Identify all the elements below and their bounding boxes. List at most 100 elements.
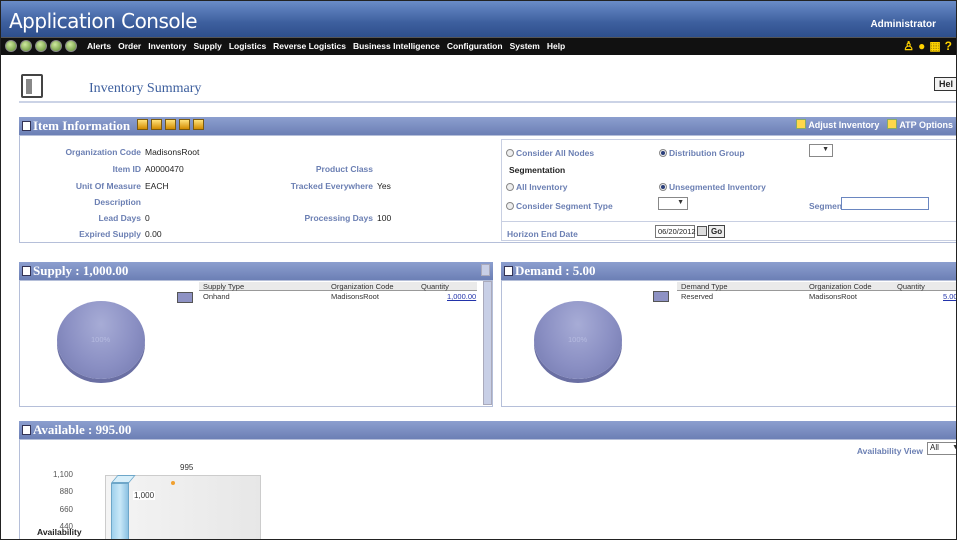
processing-days-label: Processing Days: [304, 213, 373, 223]
nav-icons: [5, 40, 77, 52]
segment-type-select[interactable]: [658, 197, 688, 210]
available-header: Available : 995.00: [19, 421, 956, 439]
demand-table-header: Demand Type Organization Code Quantity: [677, 282, 956, 291]
home-icon[interactable]: [50, 40, 62, 52]
item-information-header: Item Information Adjust Inventory ATP Op…: [19, 117, 956, 135]
menu-help[interactable]: Help: [547, 41, 565, 51]
inventory-page-icon: [21, 74, 43, 98]
processing-days-value: 100: [377, 213, 392, 223]
distribution-group-radio[interactable]: [659, 149, 667, 157]
expired-supply-value: 0.00: [145, 229, 162, 239]
item-information-title: Item Information: [33, 118, 131, 133]
available-title: Available : 995.00: [33, 422, 132, 437]
demand-type-cell: Reserved: [681, 292, 714, 301]
bar-supply: [111, 482, 129, 539]
supply-scrollbar[interactable]: [483, 281, 492, 405]
menu-configuration[interactable]: Configuration: [447, 41, 503, 51]
menu-order[interactable]: Order: [118, 41, 141, 51]
lead-days-value: 0: [145, 213, 150, 223]
supply-collapse-button[interactable]: [481, 264, 490, 276]
item-header-links: Adjust Inventory ATP Options: [796, 119, 953, 130]
product-class-label: Product Class: [315, 164, 373, 174]
supply-qty-link[interactable]: 1,000.00: [447, 292, 476, 301]
favorites-icon[interactable]: [65, 40, 77, 52]
expired-supply-label: Expired Supply: [79, 229, 141, 239]
all-inventory-radio[interactable]: [506, 183, 514, 191]
view-icon[interactable]: [165, 119, 177, 130]
bar-label-available: 995: [180, 463, 194, 473]
supply-org-cell: MadisonsRoot: [331, 292, 379, 301]
menu-supply[interactable]: Supply: [194, 41, 222, 51]
demand-col-qty: Quantity: [897, 282, 925, 291]
app-title: Application Console: [9, 9, 198, 33]
supply-header: Supply : 1,000.00: [19, 262, 493, 280]
demand-org-cell: MadisonsRoot: [809, 292, 857, 301]
y-tick: 1,100: [52, 470, 73, 479]
node-icon[interactable]: [179, 119, 191, 130]
y-tick: 660: [59, 504, 73, 514]
person-icon[interactable]: ♙: [903, 39, 914, 53]
consider-segment-type-radio[interactable]: [506, 202, 514, 210]
menu-system[interactable]: System: [510, 41, 540, 51]
go-button[interactable]: Go: [708, 225, 726, 238]
help-button[interactable]: Hel: [933, 77, 956, 91]
y-tick: 880: [59, 487, 73, 497]
unsegmented-inventory-label: Unsegmented Inventory: [669, 182, 766, 192]
org-code-value: MadisonsRoot: [145, 147, 200, 157]
description-label: Description: [94, 197, 141, 207]
divider: [19, 101, 956, 103]
grid-icon[interactable]: ▦: [929, 39, 940, 53]
main-menu: Alerts Order Inventory Supply Logistics …: [87, 41, 565, 51]
demand-title: Demand : 5.00: [515, 263, 596, 278]
demand-pie-label: 100%: [568, 335, 588, 344]
supply-title: Supply : 1,000.00: [33, 263, 129, 278]
toolbar-right: ♙ ● ▦ ?: [903, 39, 952, 53]
menu-inventory[interactable]: Inventory: [148, 41, 186, 51]
adjust-inventory-link[interactable]: Adjust Inventory: [796, 119, 879, 130]
supply-pie-label: 100%: [91, 335, 111, 344]
calendar-icon[interactable]: [697, 226, 707, 236]
y-tick: 440: [59, 522, 73, 531]
save-icon[interactable]: [151, 119, 163, 130]
item-id-label: Item ID: [112, 164, 141, 174]
all-inventory-label: All Inventory: [516, 182, 568, 192]
supply-col-type: Supply Type: [203, 282, 245, 291]
horizon-end-date-input[interactable]: 06/20/2012: [655, 225, 696, 238]
org-code-label: Organization Code: [65, 147, 141, 157]
application-window: Application Console Administrator Alerts…: [0, 0, 957, 540]
supply-col-qty: Quantity: [421, 282, 449, 291]
distribution-group-select[interactable]: [809, 144, 833, 157]
consider-all-nodes-label: Consider All Nodes: [516, 148, 595, 158]
help-icon[interactable]: ?: [945, 39, 952, 53]
forward-icon[interactable]: [20, 40, 32, 52]
supply-col-org: Organization Code: [331, 282, 394, 291]
demand-col-type: Demand Type: [681, 282, 728, 291]
consider-all-nodes-radio[interactable]: [506, 149, 514, 157]
availability-view-select[interactable]: All: [927, 442, 956, 455]
item-tool-icons: [137, 119, 205, 130]
menu-bar: Alerts Order Inventory Supply Logistics …: [1, 37, 956, 55]
title-bar: Application Console Administrator: [1, 1, 956, 37]
user-name[interactable]: Administrator: [870, 19, 936, 30]
page-title: Inventory Summary: [89, 81, 202, 96]
unsegmented-inventory-radio[interactable]: [659, 183, 667, 191]
segment-label: Segment: [809, 201, 845, 211]
note-icon[interactable]: [193, 119, 205, 130]
segment-input[interactable]: [841, 197, 929, 210]
edit-icon[interactable]: [137, 119, 149, 130]
back-icon[interactable]: [5, 40, 17, 52]
atp-options-link[interactable]: ATP Options: [887, 119, 953, 130]
menu-alerts[interactable]: Alerts: [87, 41, 111, 51]
menu-logistics[interactable]: Logistics: [229, 41, 266, 51]
supply-type-cell: Onhand: [203, 292, 230, 301]
demand-qty-link[interactable]: 5.00: [943, 292, 956, 301]
uom-label: Unit Of Measure: [75, 181, 141, 191]
supply-legend-swatch: [177, 292, 193, 303]
menu-business-intelligence[interactable]: Business Intelligence: [353, 41, 440, 51]
distribution-group-label: Distribution Group: [669, 148, 745, 158]
refresh-icon[interactable]: [35, 40, 47, 52]
lock-icon[interactable]: ●: [918, 39, 925, 53]
menu-reverse-logistics[interactable]: Reverse Logistics: [273, 41, 346, 51]
demand-legend-swatch: [653, 291, 669, 302]
consider-segment-type-label: Consider Segment Type: [516, 201, 613, 211]
